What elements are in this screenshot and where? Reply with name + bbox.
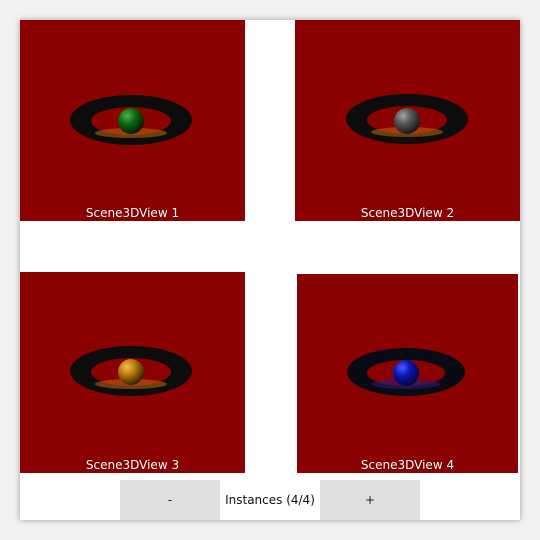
sphere-shape: [118, 108, 144, 134]
sphere-shape: [393, 360, 419, 386]
scene-canvas: [297, 274, 518, 473]
view-label: Scene3DView 4: [360, 458, 455, 472]
scene-canvas: [295, 20, 520, 221]
instances-count-label: Instances (4/4): [225, 493, 315, 507]
sphere-shape: [118, 359, 144, 385]
scene-canvas: [20, 20, 245, 221]
view-label: Scene3DView 1: [85, 206, 180, 220]
instances-window: Scene3DView 1 Scene3DView 2 Scene3DView …: [20, 20, 520, 520]
instances-toolbar: - Instances (4/4) +: [20, 480, 520, 520]
add-instance-button[interactable]: +: [320, 480, 420, 520]
view-label: Scene3DView 3: [85, 458, 180, 472]
sphere-shape: [394, 108, 420, 134]
view-label: Scene3DView 2: [360, 206, 455, 220]
scene3d-view-3[interactable]: Scene3DView 3: [20, 272, 245, 473]
scene3d-view-4[interactable]: Scene3DView 4: [297, 274, 518, 473]
scene3d-view-1[interactable]: Scene3DView 1: [20, 20, 245, 221]
remove-instance-button[interactable]: -: [120, 480, 220, 520]
scene3d-view-2[interactable]: Scene3DView 2: [295, 20, 520, 221]
scene-canvas: [20, 272, 245, 473]
